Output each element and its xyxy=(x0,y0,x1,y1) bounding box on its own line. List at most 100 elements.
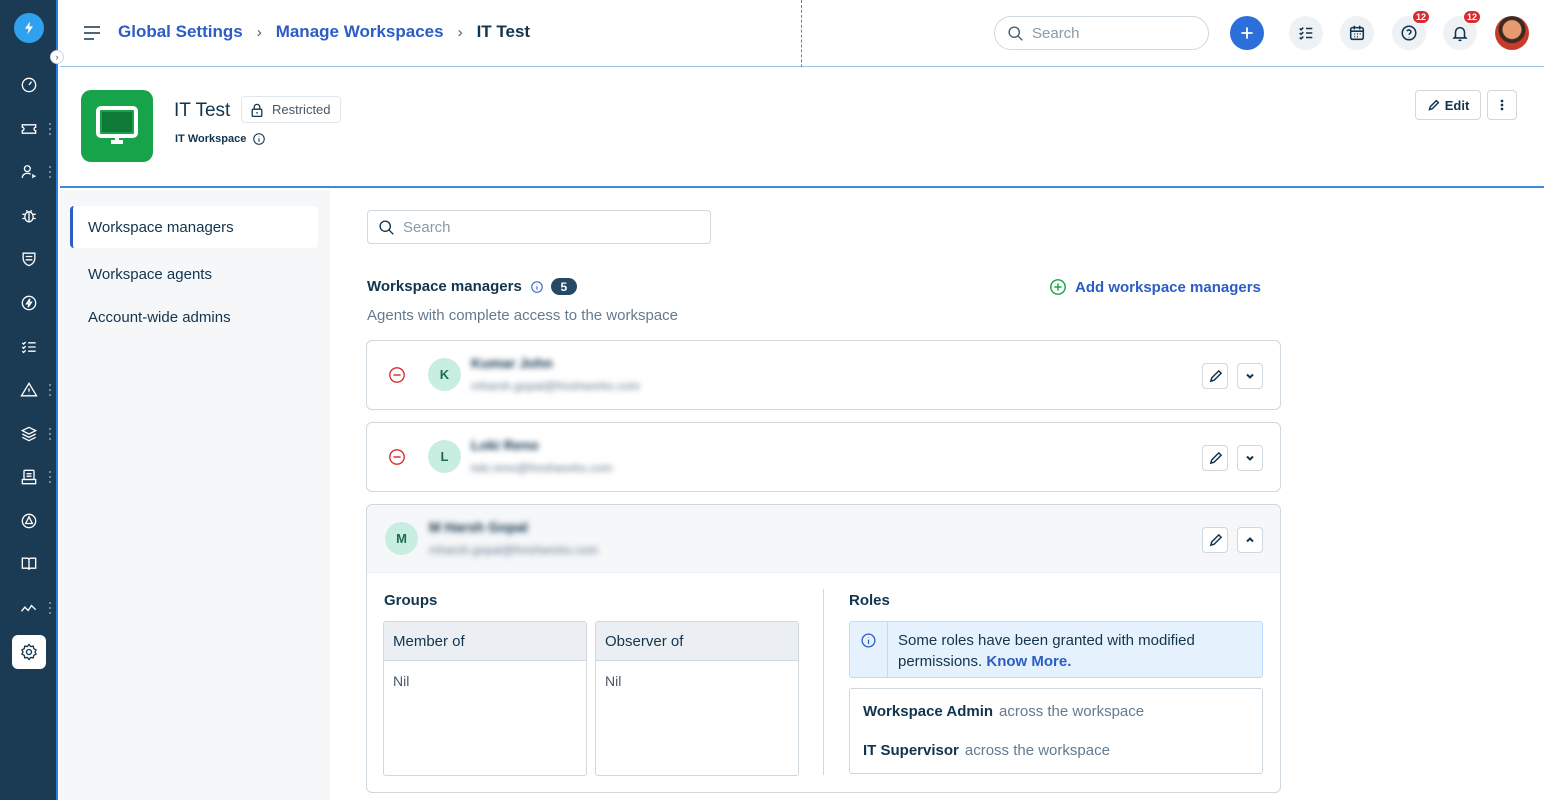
breadcrumb-separator-icon: › xyxy=(457,23,463,41)
help-badge: 12 xyxy=(1411,10,1430,24)
collapse-manager-button[interactable] xyxy=(1237,527,1263,553)
role-item: IT Supervisor across the workspace xyxy=(863,742,1110,759)
section-header: Workspace managers 5 xyxy=(367,278,577,295)
create-new-button[interactable] xyxy=(1230,16,1264,50)
tickets-more-icon[interactable] xyxy=(49,123,53,135)
breadcrumb-separator-icon: › xyxy=(256,23,262,41)
calendar-button[interactable] xyxy=(1340,16,1374,50)
pencil-icon xyxy=(1428,99,1440,111)
contacts-icon[interactable] xyxy=(12,155,46,189)
changes-icon[interactable] xyxy=(12,242,46,276)
manager-card: K Kumar John mharsh.gopal@freshworks.com xyxy=(366,340,1281,410)
details-divider xyxy=(823,589,824,775)
nav-workspace-agents[interactable]: Workspace agents xyxy=(70,253,318,295)
manager-avatar: L xyxy=(428,440,461,473)
member-of-value: Nil xyxy=(393,673,410,689)
expand-manager-button[interactable] xyxy=(1237,363,1263,389)
breadcrumb-manage-workspaces[interactable]: Manage Workspaces xyxy=(276,22,444,42)
restricted-label: Restricted xyxy=(272,102,331,117)
projects-icon[interactable] xyxy=(12,460,46,494)
todo-button[interactable] xyxy=(1289,16,1323,50)
roles-title: Roles xyxy=(849,592,890,609)
remove-manager-icon[interactable] xyxy=(388,366,406,384)
role-item: Workspace Admin across the workspace xyxy=(863,703,1144,720)
bell-icon xyxy=(1452,26,1468,42)
banner-text: Some roles have been granted with modifi… xyxy=(898,630,1238,672)
assets-icon[interactable] xyxy=(12,417,46,451)
search-icon xyxy=(1008,25,1023,41)
remove-manager-icon[interactable] xyxy=(388,448,406,466)
plus-icon xyxy=(1241,27,1253,39)
solutions-icon[interactable] xyxy=(12,547,46,581)
chevron-up-icon xyxy=(1246,537,1254,543)
roles-list: Workspace Admin across the workspace IT S… xyxy=(849,688,1263,774)
projects-more-icon[interactable] xyxy=(49,471,53,483)
nav-workspace-managers[interactable]: Workspace managers xyxy=(70,206,318,248)
problems-icon[interactable] xyxy=(12,199,46,233)
breadcrumb: Global Settings › Manage Workspaces › IT… xyxy=(118,22,530,42)
chevron-down-icon xyxy=(1246,373,1254,379)
global-search[interactable] xyxy=(994,16,1209,50)
edit-manager-button[interactable] xyxy=(1202,445,1228,471)
calendar-icon xyxy=(1349,25,1365,41)
manager-avatar: M xyxy=(385,522,418,555)
pencil-icon xyxy=(1209,451,1222,464)
know-more-link[interactable]: Know More. xyxy=(986,653,1071,670)
manager-name: M Harsh Gopal xyxy=(429,519,528,535)
analytics-icon[interactable] xyxy=(12,591,46,625)
info-icon[interactable] xyxy=(252,132,266,146)
workspace-title: IT Test xyxy=(174,100,231,121)
alerts-more-icon[interactable] xyxy=(49,384,53,396)
assets-more-icon[interactable] xyxy=(49,428,53,440)
info-icon[interactable] xyxy=(530,280,544,294)
expand-rail-icon[interactable]: › xyxy=(50,50,64,64)
section-description: Agents with complete access to the works… xyxy=(367,307,678,324)
add-workspace-managers-button[interactable]: Add workspace managers xyxy=(1049,278,1261,296)
edit-workspace-button[interactable]: Edit xyxy=(1415,90,1481,120)
section-title: Workspace managers xyxy=(367,278,522,295)
managers-search[interactable] xyxy=(367,210,711,244)
add-workspace-managers-label: Add workspace managers xyxy=(1075,278,1261,296)
alerts-icon[interactable] xyxy=(12,373,46,407)
breadcrumb-global-settings[interactable]: Global Settings xyxy=(118,22,243,42)
role-name: Workspace Admin xyxy=(863,703,994,720)
role-scope: across the workspace xyxy=(999,703,1145,720)
edit-manager-button[interactable] xyxy=(1202,363,1228,389)
add-circle-icon xyxy=(1050,279,1066,295)
contacts-more-icon[interactable] xyxy=(49,166,53,178)
freshservice-logo-icon[interactable] xyxy=(14,13,44,43)
global-search-input[interactable] xyxy=(1032,24,1182,42)
manager-details: Groups Member of Nil Observer of Nil Rol… xyxy=(367,573,1280,792)
tasks-icon[interactable] xyxy=(12,330,46,364)
admin-icon[interactable] xyxy=(12,504,46,538)
managers-search-input[interactable] xyxy=(403,218,703,236)
settings-icon[interactable] xyxy=(12,635,46,669)
manager-email: loki.reno@freshworks.com xyxy=(471,461,613,475)
help-button[interactable]: 12 xyxy=(1392,10,1430,50)
kebab-icon xyxy=(1500,99,1504,111)
edit-manager-button[interactable] xyxy=(1202,527,1228,553)
manager-row: L Loki Reno loki.reno@freshworks.com xyxy=(367,423,1280,491)
expand-manager-button[interactable] xyxy=(1237,445,1263,471)
managers-content: Workspace managers 5 Agents with complet… xyxy=(330,190,1544,800)
top-bar: Global Settings › Manage Workspaces › IT… xyxy=(60,0,1544,67)
workspace-type-label: IT Workspace xyxy=(175,133,247,145)
dashboard-icon[interactable] xyxy=(12,68,46,102)
manager-card: L Loki Reno loki.reno@freshworks.com xyxy=(366,422,1281,492)
user-avatar[interactable] xyxy=(1495,16,1529,50)
notifications-button[interactable]: 12 xyxy=(1443,10,1481,50)
workspace-side-nav: Workspace managers Workspace agents Acco… xyxy=(60,190,330,800)
notifications-badge: 12 xyxy=(1462,10,1481,24)
manager-name: Kumar John xyxy=(471,355,553,371)
nav-account-wide-admins[interactable]: Account-wide admins xyxy=(70,296,318,338)
manager-name: Loki Reno xyxy=(471,437,539,453)
groups-title: Groups xyxy=(384,592,438,609)
monitor-icon xyxy=(81,90,153,162)
menu-icon[interactable] xyxy=(82,23,102,43)
releases-icon[interactable] xyxy=(12,286,46,320)
tickets-icon[interactable] xyxy=(12,112,46,146)
analytics-more-icon[interactable] xyxy=(49,602,53,614)
more-options-button[interactable] xyxy=(1487,90,1517,120)
breadcrumb-current: IT Test xyxy=(476,22,531,41)
left-navigation-rail: › xyxy=(0,0,64,800)
